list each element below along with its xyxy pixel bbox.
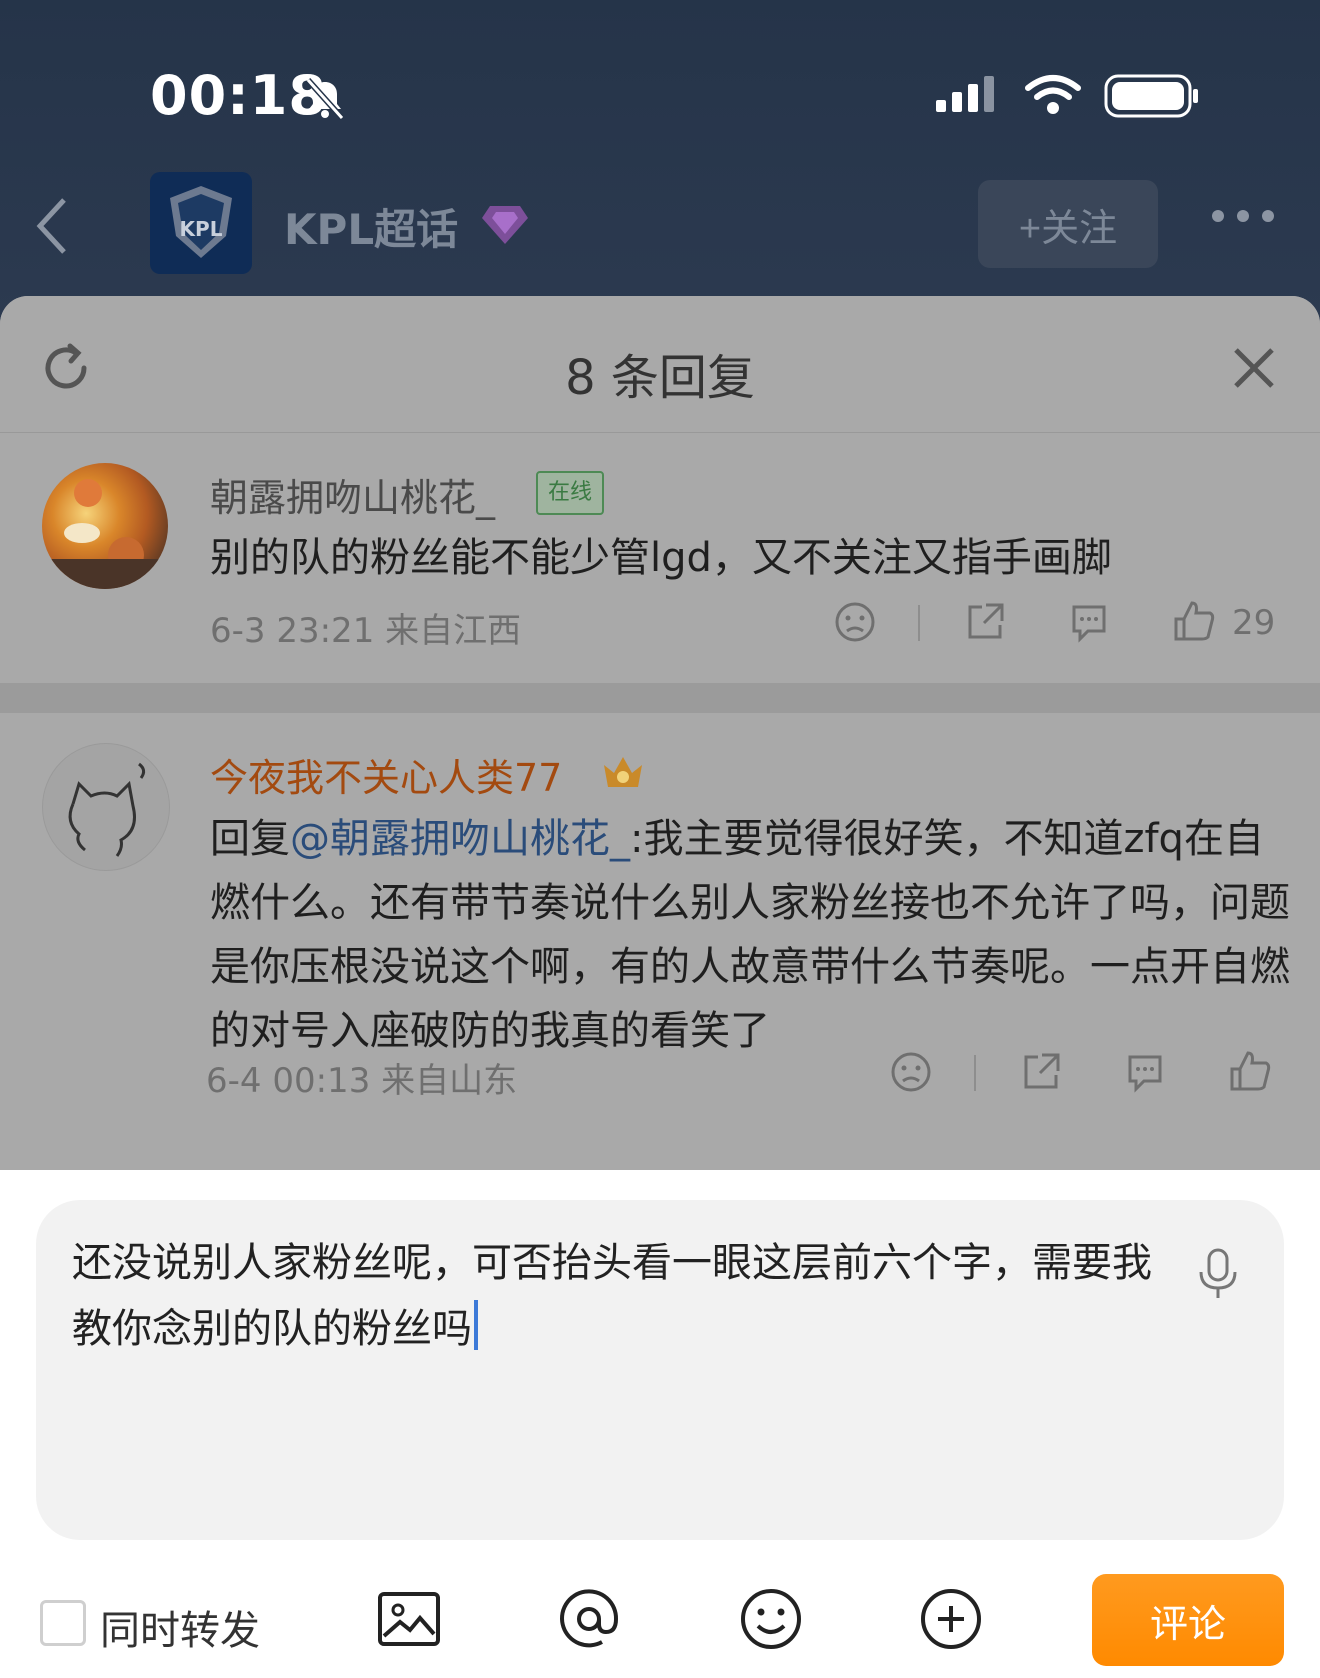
- comment-text: 别的队的粉丝能不能少管lgd，又不关注又指手画脚: [210, 535, 1112, 581]
- comment-username[interactable]: 今夜我不关心人类77: [210, 747, 562, 802]
- status-time: 00:18: [150, 64, 327, 127]
- share-icon[interactable]: [964, 601, 1006, 643]
- wifi-icon: [1025, 75, 1081, 114]
- share-icon[interactable]: [1020, 1051, 1062, 1093]
- cat-sketch-icon: [68, 762, 146, 857]
- avatar[interactable]: [42, 463, 168, 589]
- comment-meta: 6-4 00:13 来自山东: [206, 1061, 518, 1101]
- dislike-face-icon[interactable]: [834, 601, 876, 643]
- repost-label: 同时转发: [100, 1608, 260, 1654]
- diamond-icon: [482, 206, 528, 244]
- reply-prefix: 回复: [210, 816, 290, 862]
- kpl-logo[interactable]: KPL: [150, 172, 252, 274]
- comment-icon[interactable]: [1068, 601, 1110, 643]
- online-badge: 在线: [536, 471, 605, 515]
- avatar[interactable]: [42, 743, 170, 871]
- sheet-header: 8 条回复: [0, 296, 1320, 433]
- crown-badge-icon: [604, 757, 642, 787]
- action-divider: [918, 605, 920, 641]
- emoji-icon[interactable]: [738, 1586, 804, 1652]
- comment-text: 回复@朝露拥吻山桃花_:我主要觉得很好笑，不知道zfq在自燃什么。还有带节奏说什…: [210, 807, 1290, 1063]
- mention-at-icon[interactable]: [556, 1586, 622, 1652]
- logo-text: KPL: [180, 217, 223, 241]
- mention-link[interactable]: @朝露拥吻山桃花_: [290, 816, 630, 862]
- repost-checkbox[interactable]: [40, 1600, 86, 1646]
- signal-icon: [936, 76, 994, 112]
- like-thumb-icon[interactable]: [1228, 1049, 1272, 1093]
- text-caret: [474, 1300, 478, 1350]
- dislike-face-icon[interactable]: [890, 1051, 932, 1093]
- more-options-icon[interactable]: [1210, 208, 1276, 224]
- follow-button[interactable]: +关注: [978, 180, 1158, 268]
- comment-meta: 6-3 23:21 来自江西: [210, 611, 522, 651]
- comment-item: 今夜我不关心人类77 回复@朝露拥吻山桃花_:我主要觉得很好笑，不知道zfq在自…: [0, 713, 1320, 1170]
- image-icon[interactable]: [376, 1586, 442, 1652]
- kpl-shield-icon: KPL: [170, 186, 232, 258]
- mute-bell-icon: [305, 77, 345, 121]
- sheet-title: 8 条回复: [565, 350, 755, 406]
- close-icon[interactable]: [1232, 346, 1276, 390]
- like-count: 29: [1232, 603, 1276, 643]
- back-arrow-icon[interactable]: [34, 196, 70, 256]
- battery-icon: [1104, 74, 1198, 118]
- reply-input[interactable]: 还没说别人家粉丝呢，可否抬头看一眼这层前六个字，需要我教你念别的队的粉丝吗: [36, 1200, 1284, 1540]
- section-divider: [0, 683, 1320, 713]
- action-divider: [974, 1055, 976, 1091]
- comment-item: 朝露拥吻山桃花_ 在线 别的队的粉丝能不能少管lgd，又不关注又指手画脚 6-3…: [0, 433, 1320, 683]
- submit-comment-button[interactable]: 评论: [1092, 1574, 1284, 1666]
- page-title: KPL超话: [284, 205, 459, 254]
- reply-input-text[interactable]: 还没说别人家粉丝呢，可否抬头看一眼这层前六个字，需要我教你念别的队的粉丝吗: [72, 1230, 1172, 1362]
- microphone-icon[interactable]: [1194, 1246, 1242, 1302]
- replies-sheet: 8 条回复 朝露拥吻山桃花_ 在线 别的队的粉丝能不能少管lgd，又不关注又指手…: [0, 296, 1320, 1170]
- like-thumb-icon[interactable]: [1172, 599, 1216, 643]
- top-header: 00:18 KPL KPL超话 +关注: [0, 0, 1320, 330]
- comment-icon[interactable]: [1124, 1051, 1166, 1093]
- reply-composer: 还没说别人家粉丝呢，可否抬头看一眼这层前六个字，需要我教你念别的队的粉丝吗 同时…: [0, 1170, 1320, 1678]
- comment-username[interactable]: 朝露拥吻山桃花_: [210, 467, 495, 522]
- add-plus-icon[interactable]: [918, 1586, 984, 1652]
